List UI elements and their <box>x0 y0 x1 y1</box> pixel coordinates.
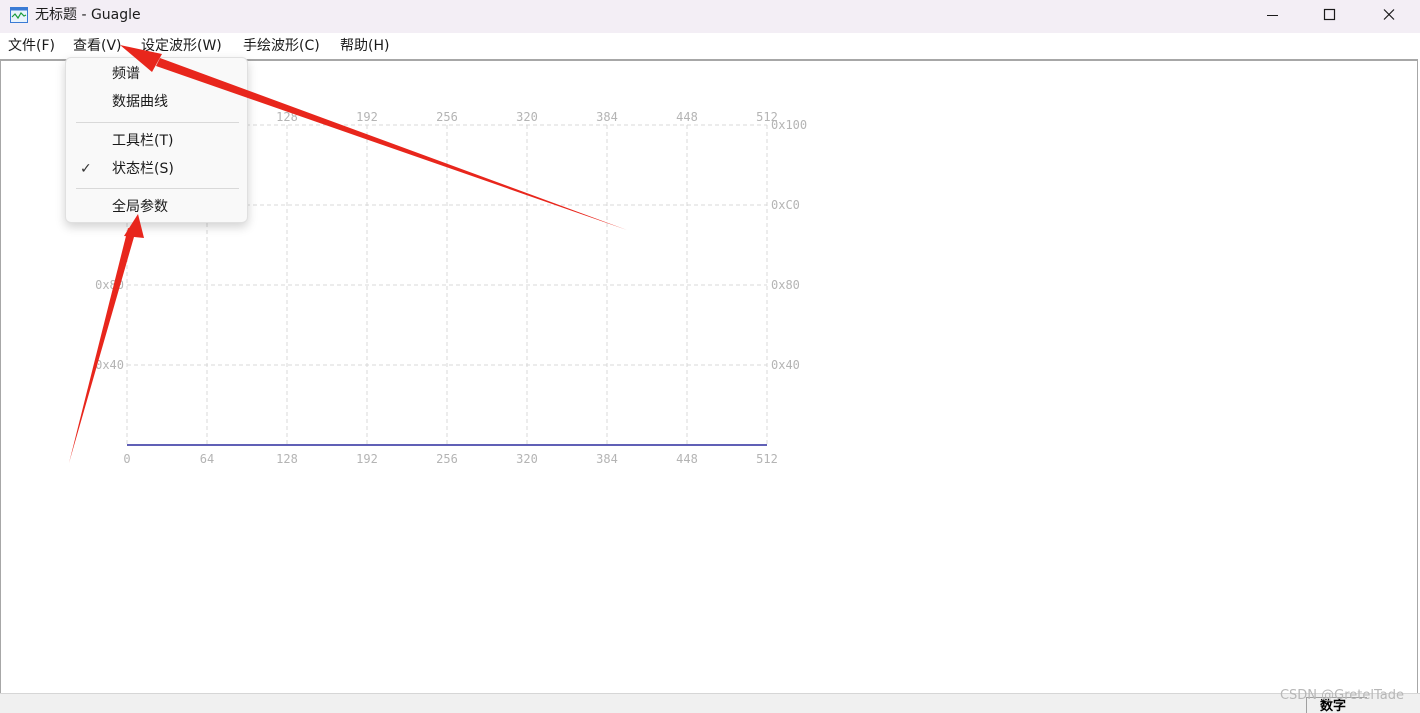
menu-item-spectrum[interactable]: 频谱 <box>66 61 247 87</box>
y-tick-label-right: 0x100 <box>771 118 807 132</box>
menu-view[interactable]: 查看(V) <box>73 37 122 55</box>
menu-file[interactable]: 文件(F) <box>8 37 55 55</box>
menu-item-spectrum-label: 频谱 <box>112 66 140 82</box>
y-tick-label-right: 0xC0 <box>771 198 800 212</box>
x-tick-label: 64 <box>200 452 214 466</box>
status-bar: 数字 <box>0 693 1420 713</box>
menu-separator <box>76 122 239 123</box>
menu-item-global-params[interactable]: 全局参数 <box>66 194 247 220</box>
menu-item-data-curve-label: 数据曲线 <box>112 94 168 110</box>
menu-item-statusbar-label: 状态栏(S) <box>112 161 174 177</box>
menu-set-waveform[interactable]: 设定波形(W) <box>141 37 222 55</box>
x-tick-label-top: 256 <box>436 110 458 124</box>
x-tick-label-top: 384 <box>596 110 618 124</box>
title-bar: 无标题 - Guagle <box>0 0 1420 33</box>
x-tick-label: 192 <box>356 452 378 466</box>
view-dropdown-menu: 频谱 数据曲线 工具栏(T) ✓ 状态栏(S) 全局参数 <box>65 57 248 223</box>
menu-item-toolbar[interactable]: 工具栏(T) <box>66 128 247 154</box>
menu-draw-waveform[interactable]: 手绘波形(C) <box>243 37 320 55</box>
x-tick-label: 384 <box>596 452 618 466</box>
x-tick-label-top: 192 <box>356 110 378 124</box>
menu-item-data-curve[interactable]: 数据曲线 <box>66 89 247 115</box>
x-tick-label: 0 <box>123 452 130 466</box>
maximize-icon <box>1323 8 1336 21</box>
y-tick-label-left: 0x40 <box>95 358 124 372</box>
guagle-window: 无标题 - Guagle 文件(F) 查看(V) 设定波形(W) 手绘波形(C)… <box>0 0 1420 713</box>
close-icon <box>1383 9 1395 20</box>
menu-bar: 文件(F) 查看(V) 设定波形(W) 手绘波形(C) 帮助(H) <box>0 33 1420 59</box>
menu-item-statusbar[interactable]: ✓ 状态栏(S) <box>66 156 247 182</box>
x-tick-label: 448 <box>676 452 698 466</box>
x-tick-label: 256 <box>436 452 458 466</box>
x-tick-label-top: 320 <box>516 110 538 124</box>
y-tick-label-left: 0x80 <box>95 278 124 292</box>
menu-item-global-params-label: 全局参数 <box>112 199 168 215</box>
minimize-icon <box>1267 15 1278 16</box>
x-tick-label: 128 <box>276 452 298 466</box>
x-tick-label: 512 <box>756 452 778 466</box>
menu-help[interactable]: 帮助(H) <box>340 37 389 55</box>
y-tick-label-right: 0x40 <box>771 358 800 372</box>
minimize-button[interactable] <box>1244 0 1302 30</box>
watermark: CSDN @GretelTade <box>1279 688 1404 703</box>
menu-separator <box>76 188 239 189</box>
checkmark-icon: ✓ <box>80 161 92 177</box>
chart-app-icon <box>10 7 28 23</box>
close-button[interactable] <box>1360 0 1418 30</box>
menu-item-toolbar-label: 工具栏(T) <box>112 133 174 149</box>
maximize-button[interactable] <box>1301 0 1359 30</box>
x-tick-label-top: 128 <box>276 110 298 124</box>
window-title: 无标题 - Guagle <box>35 7 141 23</box>
x-tick-label-top: 448 <box>676 110 698 124</box>
x-tick-label: 320 <box>516 452 538 466</box>
y-tick-label-right: 0x80 <box>771 278 800 292</box>
